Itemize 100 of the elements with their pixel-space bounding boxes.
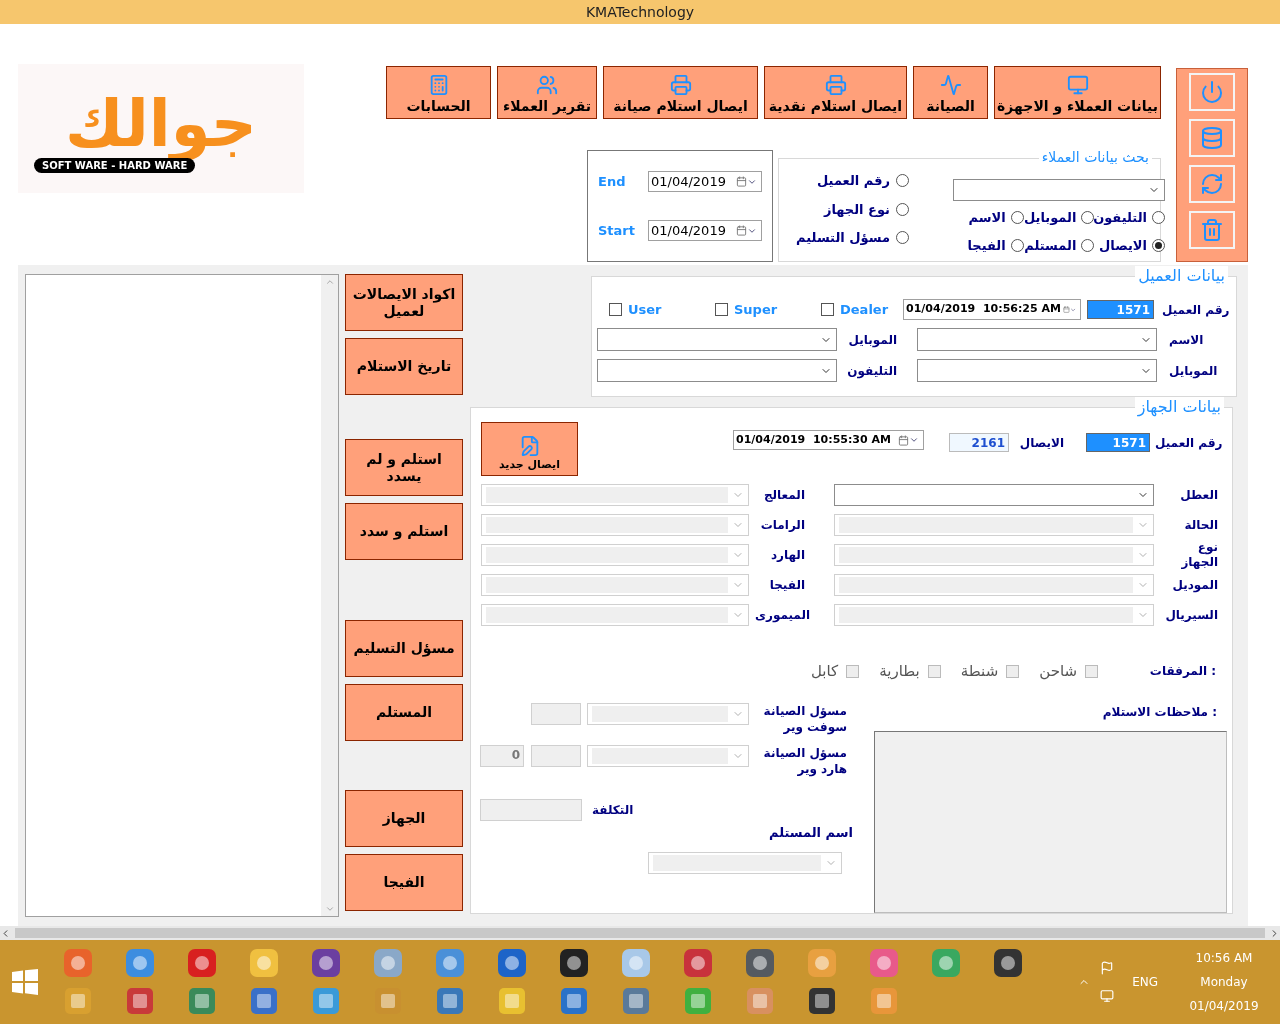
- checkbox[interactable]: [927, 664, 941, 678]
- side-button[interactable]: اكواد الايصالات لعميل: [345, 274, 463, 331]
- field-label: مسؤل الصيانة سوفت وير: [762, 702, 847, 735]
- scrollbar[interactable]: [321, 275, 338, 916]
- radio-button[interactable]: [896, 174, 909, 188]
- dropdown-field[interactable]: [587, 702, 749, 725]
- checkbox[interactable]: [821, 303, 834, 316]
- dropdown-field[interactable]: [597, 328, 837, 351]
- dropdown-field[interactable]: [597, 359, 837, 382]
- app-icon[interactable]: [310, 947, 342, 979]
- radio-label: الايصال: [1099, 236, 1147, 255]
- end-label: End: [598, 172, 626, 191]
- checkbox[interactable]: [609, 303, 622, 316]
- side-button[interactable]: الفيجا: [345, 854, 463, 911]
- radio-button[interactable]: [1010, 211, 1024, 225]
- tool-button[interactable]: [1189, 73, 1235, 111]
- new-receipt-button[interactable]: ايصال جديد: [481, 422, 578, 476]
- refresh-icon: [1200, 172, 1224, 196]
- app-icon[interactable]: [992, 947, 1024, 979]
- side-button[interactable]: الجهاز: [345, 790, 463, 847]
- group-title: بيانات العميل: [1135, 266, 1228, 286]
- side-button[interactable]: المستلم: [345, 684, 463, 741]
- start-date-field[interactable]: 01/04/2019: [648, 220, 762, 241]
- radio-label: الاسم: [968, 209, 1006, 227]
- checkbox[interactable]: [1006, 664, 1020, 678]
- checkbox-label: User: [628, 300, 662, 319]
- field-label: الموبايل: [847, 331, 897, 349]
- app-icon[interactable]: [496, 947, 528, 979]
- app-icon[interactable]: [806, 985, 838, 1017]
- radio-button[interactable]: [1010, 238, 1024, 252]
- radio-label: مسؤل التسليم: [796, 229, 890, 247]
- field-label: المرفقات :: [1149, 663, 1216, 681]
- dropdown-field[interactable]: [648, 852, 842, 874]
- dropdown-field[interactable]: [917, 328, 1157, 351]
- tool-button[interactable]: [1189, 119, 1235, 157]
- radio-label: الموبايل: [1023, 209, 1077, 227]
- dropdown-field[interactable]: [917, 359, 1157, 382]
- radio-button[interactable]: [1152, 238, 1165, 252]
- notes-field[interactable]: [874, 730, 1227, 913]
- caret-icon: [909, 435, 919, 445]
- calendar-icon: [736, 176, 747, 187]
- text-field[interactable]: [531, 702, 581, 725]
- end-date-field[interactable]: 01/04/2019: [648, 171, 762, 192]
- nav-button[interactable]: ايصال استلام صيانة: [603, 66, 758, 119]
- dropdown-field[interactable]: [953, 179, 1165, 201]
- start-label: Start: [598, 221, 635, 240]
- scroll-down-icon[interactable]: [324, 904, 335, 914]
- side-button[interactable]: استلم و لم يسدد: [345, 439, 463, 496]
- text-field[interactable]: [531, 744, 581, 767]
- field-label: السيريال: [1164, 607, 1218, 623]
- radio-button[interactable]: [1152, 211, 1165, 225]
- field-label: الحالة: [1183, 517, 1218, 533]
- tool-button[interactable]: [1189, 211, 1235, 249]
- side-button[interactable]: تاريخ الاستلام: [345, 338, 463, 395]
- nav-button[interactable]: بيانات العملاء و الاجهزة: [994, 66, 1161, 119]
- horizontal-scrollbar[interactable]: [0, 926, 1280, 940]
- checkbox[interactable]: [846, 664, 860, 678]
- nav-button[interactable]: الحسابات: [386, 66, 491, 119]
- app-icon[interactable]: [744, 947, 776, 979]
- receipt-number-field[interactable]: 2161: [949, 433, 1009, 452]
- field-label: التليفون: [846, 362, 897, 380]
- radio-button[interactable]: [896, 231, 909, 245]
- windows-logo-icon[interactable]: [12, 969, 38, 995]
- side-button[interactable]: مسؤل التسليم: [345, 620, 463, 677]
- date-time-field[interactable]: 01/04/2019 10:56:25 AM: [903, 299, 1081, 320]
- dropdown-field[interactable]: [834, 484, 1154, 506]
- nav-button[interactable]: تقرير العملاء: [497, 66, 597, 119]
- list-box[interactable]: [25, 274, 339, 917]
- scroll-up-icon[interactable]: [324, 277, 335, 287]
- checkbox[interactable]: [1085, 664, 1099, 678]
- flag-icon[interactable]: [1100, 961, 1115, 975]
- field-label: الفيجا: [768, 577, 805, 594]
- field-label: الهارد: [769, 547, 805, 564]
- field-label: الرامات: [759, 517, 805, 534]
- radio-button[interactable]: [896, 202, 909, 216]
- checkbox-label: Super: [734, 300, 778, 319]
- nav-button[interactable]: الصيانة: [913, 66, 988, 119]
- calendar-icon: [1062, 304, 1070, 315]
- window-title: KMATechnology: [585, 2, 695, 22]
- radio-label: التليفون: [1093, 209, 1147, 227]
- cost-field[interactable]: [480, 798, 582, 821]
- field-label: مسؤل الصيانة هارد وير: [762, 744, 847, 777]
- radio-label: رقم العميل: [816, 172, 890, 190]
- field-label: الموبايل: [1169, 362, 1218, 380]
- checkbox[interactable]: [715, 303, 728, 316]
- date-time-field[interactable]: 01/04/2019 10:55:30 AM: [733, 430, 924, 450]
- count-field[interactable]: 0: [480, 744, 524, 767]
- app-icon[interactable]: [558, 947, 590, 979]
- nav-button[interactable]: ايصال استلام نقدية: [764, 66, 907, 119]
- dropdown-field[interactable]: [587, 744, 749, 767]
- radio-button[interactable]: [1081, 211, 1095, 225]
- radio-button[interactable]: [1081, 238, 1095, 252]
- tool-button[interactable]: [1189, 165, 1235, 203]
- side-button[interactable]: استلم و سدد: [345, 503, 463, 560]
- checkbox-label: كابل: [811, 661, 839, 682]
- radio-label: المستلم: [1024, 236, 1077, 255]
- clock-day: Monday: [1200, 973, 1248, 991]
- clock-time: 10:56 AM: [1195, 950, 1253, 967]
- checkbox-label: شاحن: [1039, 661, 1078, 682]
- field-label: ملاحظات الاستلام :: [1102, 703, 1217, 721]
